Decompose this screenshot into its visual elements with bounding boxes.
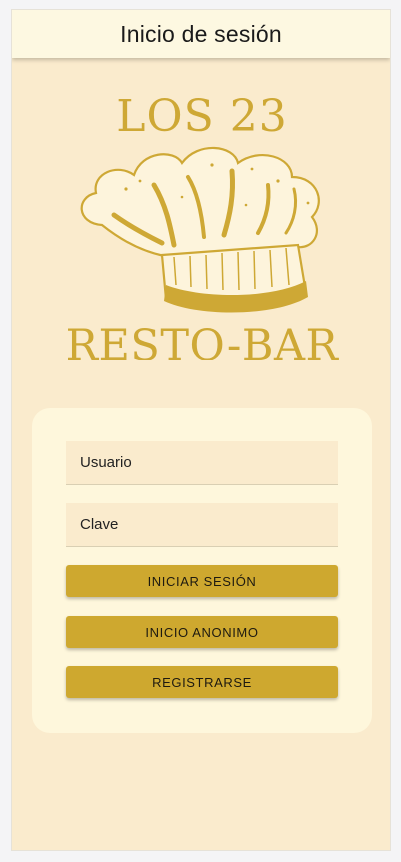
header-toolbar: Inicio de sesión <box>12 10 390 58</box>
restaurant-logo: LOS 23 RESTO-BAR <box>62 85 342 360</box>
page-title: Inicio de sesión <box>120 20 282 47</box>
password-field[interactable] <box>66 503 338 547</box>
login-card: INICIAR SESIÓN INICIO ANONIMO REGISTRARS… <box>32 408 372 733</box>
logo-title-top: LOS 23 <box>116 91 287 142</box>
register-button[interactable]: REGISTRARSE <box>66 666 338 698</box>
username-field[interactable] <box>66 441 338 485</box>
app-screen: Inicio de sesión LOS 23 RESTO-BAR Usuari… <box>11 9 391 851</box>
chef-hat-icon <box>80 146 320 313</box>
login-button[interactable]: INICIAR SESIÓN <box>66 565 338 597</box>
anonymous-login-button[interactable]: INICIO ANONIMO <box>66 616 338 648</box>
logo-title-bottom: RESTO-BAR <box>66 321 340 360</box>
